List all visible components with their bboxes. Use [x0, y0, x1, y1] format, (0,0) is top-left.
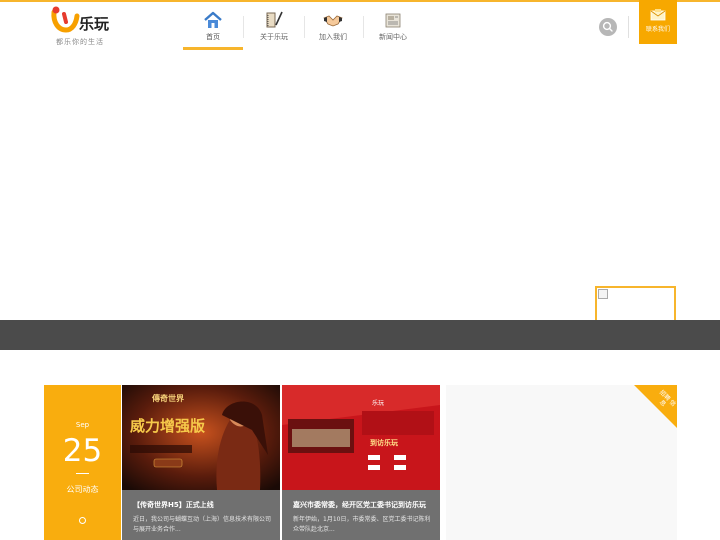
- handshake-icon: [323, 15, 343, 27]
- broken-image-icon: [598, 289, 608, 299]
- nav-item-home[interactable]: 首页: [183, 2, 243, 50]
- news-summary: 近日，我公司与蝴蝶互动（上海）信息技术有限公司与展开业务合作...: [133, 516, 272, 533]
- news-day: 25: [62, 433, 103, 469]
- news-month: Sep: [75, 421, 90, 429]
- newspaper-icon: [385, 13, 401, 28]
- logo-slogan: 都乐你的生活: [56, 38, 104, 46]
- carousel-dot[interactable]: [79, 517, 86, 524]
- contact-us-button[interactable]: 联系我们: [639, 0, 677, 44]
- nav-label-join: 加入我们: [319, 33, 347, 41]
- envelope-icon: [650, 9, 666, 21]
- news-date-card: Sep 25 公司动态: [44, 385, 121, 540]
- logo-brand-text: 乐玩: [79, 15, 110, 33]
- contact-us-label: 联系我们: [645, 26, 670, 33]
- search-icon: [602, 21, 613, 32]
- thumb-headline: 到访乐玩: [370, 438, 398, 447]
- banner-image-placeholder[interactable]: [595, 286, 676, 323]
- header-divider: [628, 16, 629, 38]
- svg-text:傳奇世界: 傳奇世界: [151, 393, 185, 403]
- nav-label-about: 关于乐玩: [260, 33, 288, 41]
- news-thumbnail: 傳奇世界 威力增强版: [122, 385, 280, 490]
- news-summary: 新年伊始，1月10日，市委常委、区党工委书记陈利众带队赴北京...: [293, 516, 431, 533]
- book-pen-icon: [266, 11, 283, 28]
- nav-item-join[interactable]: 加入我们: [303, 2, 363, 50]
- nav-item-news[interactable]: 新闻中心: [363, 2, 423, 50]
- nav-label-news: 新闻中心: [379, 33, 407, 41]
- recruitment-card[interactable]: 招聘 信息: [446, 385, 677, 540]
- news-category: 公司动态: [66, 485, 99, 494]
- search-button[interactable]: [599, 18, 617, 36]
- nav-label-home: 首页: [206, 33, 220, 41]
- news-thumbnail: 乐玩 到访乐玩: [282, 385, 440, 490]
- logo[interactable]: 乐玩 都乐你的生活: [50, 6, 120, 48]
- home-icon: [204, 11, 222, 28]
- news-title: 嘉兴市委常委，经开区党工委书记到访乐玩: [293, 501, 426, 509]
- svg-text:乐玩: 乐玩: [372, 400, 384, 407]
- date-divider: [76, 473, 89, 474]
- thumb-headline: 威力增强版: [130, 417, 205, 435]
- logo-u-icon: [51, 6, 80, 33]
- banner-bottom-band: [0, 320, 720, 350]
- site-header: 乐玩 都乐你的生活 首页 关于乐玩 加入我们 新闻中心 联系我们: [0, 0, 720, 50]
- news-title: 【传奇世界H5】正式上线: [133, 501, 214, 509]
- news-card[interactable]: 傳奇世界 威力增强版 【传奇世界H5】正式上线 近日，我公司与蝴蝶互动（上海）信…: [122, 385, 280, 540]
- news-card[interactable]: 乐玩 到访乐玩 嘉兴市委常委，经开区党工委书记到访乐玩 新年伊始，1月10日，市…: [282, 385, 440, 540]
- nav-item-about[interactable]: 关于乐玩: [244, 2, 304, 50]
